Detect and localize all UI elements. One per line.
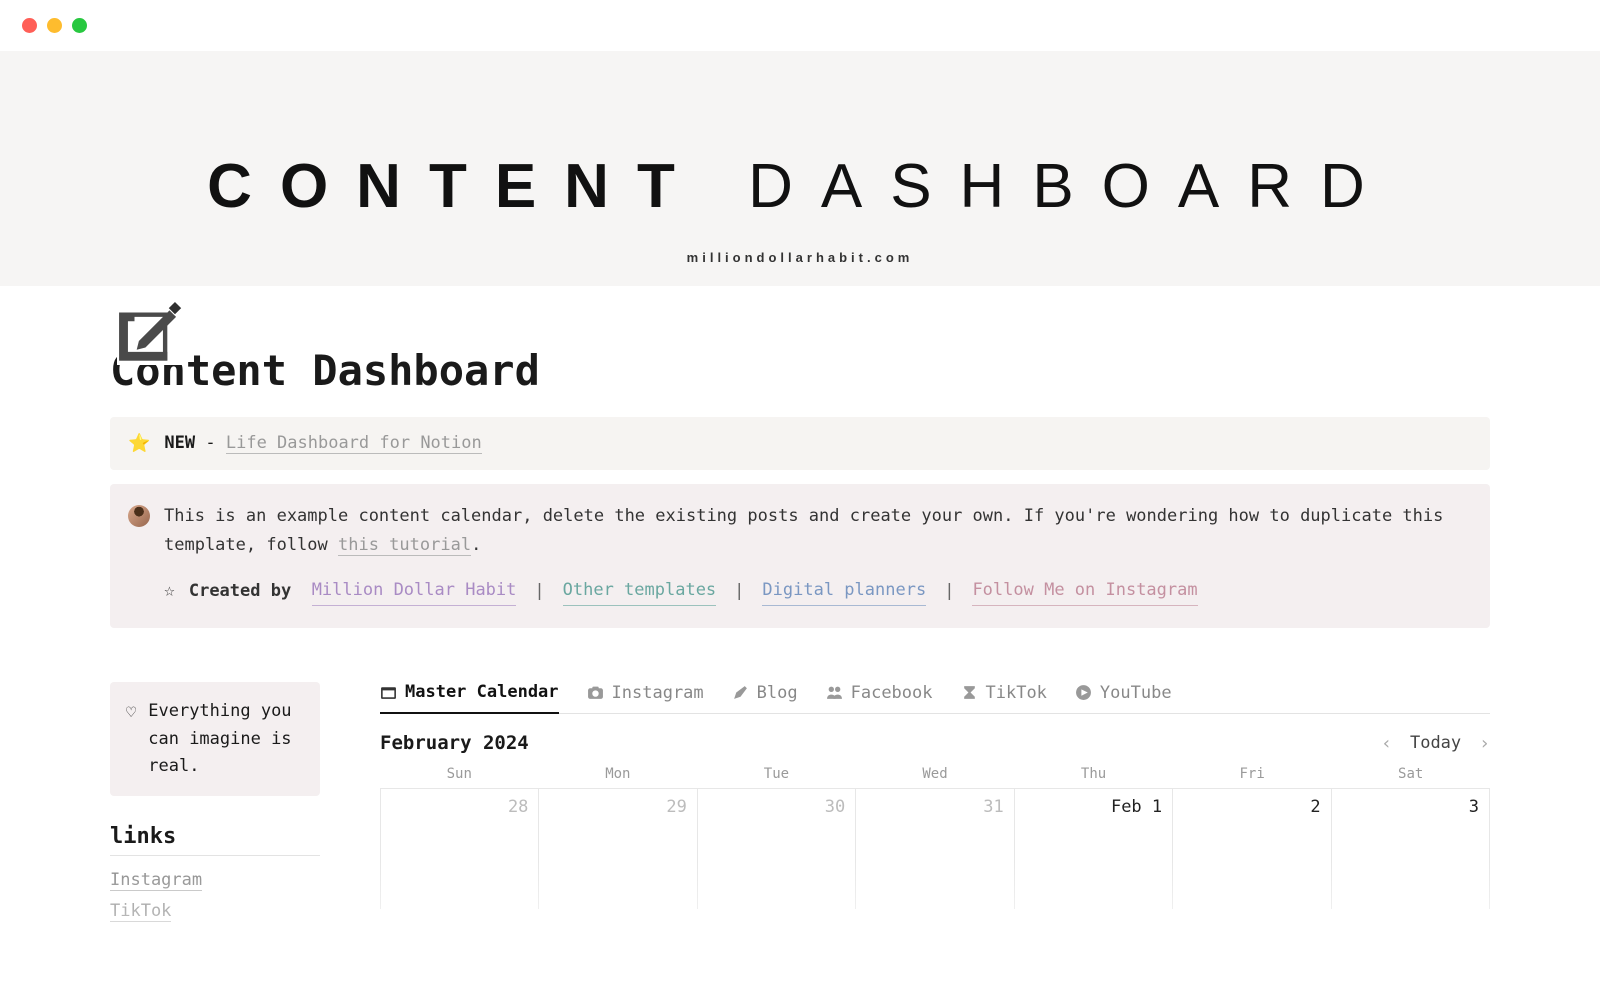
camera-icon xyxy=(587,684,604,701)
tab-label: TikTok xyxy=(986,683,1047,703)
quote-text: Everything you can imagine is real. xyxy=(148,698,304,780)
calendar-cell[interactable]: 31 xyxy=(856,789,1014,909)
tab-label: Blog xyxy=(757,683,798,703)
sidebar-link-instagram[interactable]: Instagram xyxy=(110,870,202,891)
new-badge: NEW xyxy=(164,433,195,453)
tab-tiktok[interactable]: TikTok xyxy=(961,683,1047,713)
calendar-cell[interactable]: 28 xyxy=(381,789,539,909)
callout-new: ⭐ NEW - Life Dashboard for Notion xyxy=(110,417,1490,470)
tab-youtube[interactable]: YouTube xyxy=(1075,683,1172,713)
tab-label: Facebook xyxy=(851,683,933,703)
play-icon xyxy=(1075,684,1092,701)
digital-planners-link[interactable]: Digital planners xyxy=(762,576,926,606)
next-month-button[interactable]: › xyxy=(1479,733,1490,754)
callout-info: This is an example content calendar, del… xyxy=(110,484,1490,628)
dow-sat: Sat xyxy=(1331,766,1490,782)
life-dashboard-link[interactable]: Life Dashboard for Notion xyxy=(226,433,482,454)
calendar-cell[interactable]: 30 xyxy=(698,789,856,909)
calendar-cell[interactable]: 3 xyxy=(1332,789,1490,909)
dow-tue: Tue xyxy=(697,766,856,782)
prev-month-button[interactable]: ‹ xyxy=(1381,733,1392,754)
heart-icon: ♡ xyxy=(126,700,136,780)
dow-wed: Wed xyxy=(856,766,1015,782)
callout-info-text-b: . xyxy=(471,535,481,555)
page-cover: CONTENT DASHBOARD milliondollarhabit.com xyxy=(0,51,1600,286)
pipe: | xyxy=(734,577,744,606)
follow-instagram-link[interactable]: Follow Me on Instagram xyxy=(972,576,1197,606)
cover-subtitle: milliondollarhabit.com xyxy=(0,250,1600,265)
view-tabs: Master Calendar Instagram Blog Facebook … xyxy=(380,682,1490,714)
dow-thu: Thu xyxy=(1014,766,1173,782)
calendar-dow-row: Sun Mon Tue Wed Thu Fri Sat xyxy=(380,766,1490,788)
cover-title-bold: CONTENT xyxy=(207,152,703,221)
calendar-cell[interactable]: 29 xyxy=(539,789,697,909)
tab-label: YouTube xyxy=(1100,683,1172,703)
calendar-cell[interactable]: Feb 1 xyxy=(1015,789,1173,909)
tutorial-link[interactable]: this tutorial xyxy=(338,535,471,556)
people-icon xyxy=(826,684,843,701)
today-button[interactable]: Today xyxy=(1410,733,1461,753)
star-icon: ⭐ xyxy=(128,433,150,454)
tab-blog[interactable]: Blog xyxy=(732,683,798,713)
page-title: Content Dashboard xyxy=(110,346,1490,395)
cover-title-light: DASHBOARD xyxy=(748,152,1393,221)
dow-fri: Fri xyxy=(1173,766,1332,782)
tab-master-calendar[interactable]: Master Calendar xyxy=(380,682,559,714)
author-avatar xyxy=(128,505,150,527)
cover-title: CONTENT DASHBOARD xyxy=(0,51,1600,222)
pipe: | xyxy=(944,577,954,606)
pipe: | xyxy=(534,577,544,606)
calendar-month-label: February 2024 xyxy=(380,732,529,754)
other-templates-link[interactable]: Other templates xyxy=(563,576,717,606)
minimize-window-button[interactable] xyxy=(47,18,62,33)
star-outline-icon: ☆ xyxy=(164,576,175,607)
maximize-window-button[interactable] xyxy=(72,18,87,33)
calendar-week-row: 28 29 30 31 Feb 1 2 3 xyxy=(380,788,1490,909)
dash: - xyxy=(195,433,226,453)
creator-link[interactable]: Million Dollar Habit xyxy=(312,576,517,606)
page-icon-edit-overlay[interactable] xyxy=(117,295,187,365)
calendar-icon xyxy=(380,684,397,701)
dow-sun: Sun xyxy=(380,766,539,782)
sidebar-link-tiktok[interactable]: TikTok xyxy=(110,901,171,922)
tab-label: Instagram xyxy=(612,683,704,703)
tab-label: Master Calendar xyxy=(405,682,559,702)
close-window-button[interactable] xyxy=(22,18,37,33)
created-by-label: Created by xyxy=(189,577,291,606)
window-traffic-lights xyxy=(0,0,1600,51)
pencil-icon xyxy=(732,684,749,701)
dow-mon: Mon xyxy=(539,766,698,782)
hourglass-icon xyxy=(961,684,978,701)
tab-facebook[interactable]: Facebook xyxy=(826,683,933,713)
links-heading: links xyxy=(110,824,320,856)
calendar-cell[interactable]: 2 xyxy=(1173,789,1331,909)
tab-instagram[interactable]: Instagram xyxy=(587,683,704,713)
quote-callout: ♡ Everything you can imagine is real. xyxy=(110,682,320,796)
